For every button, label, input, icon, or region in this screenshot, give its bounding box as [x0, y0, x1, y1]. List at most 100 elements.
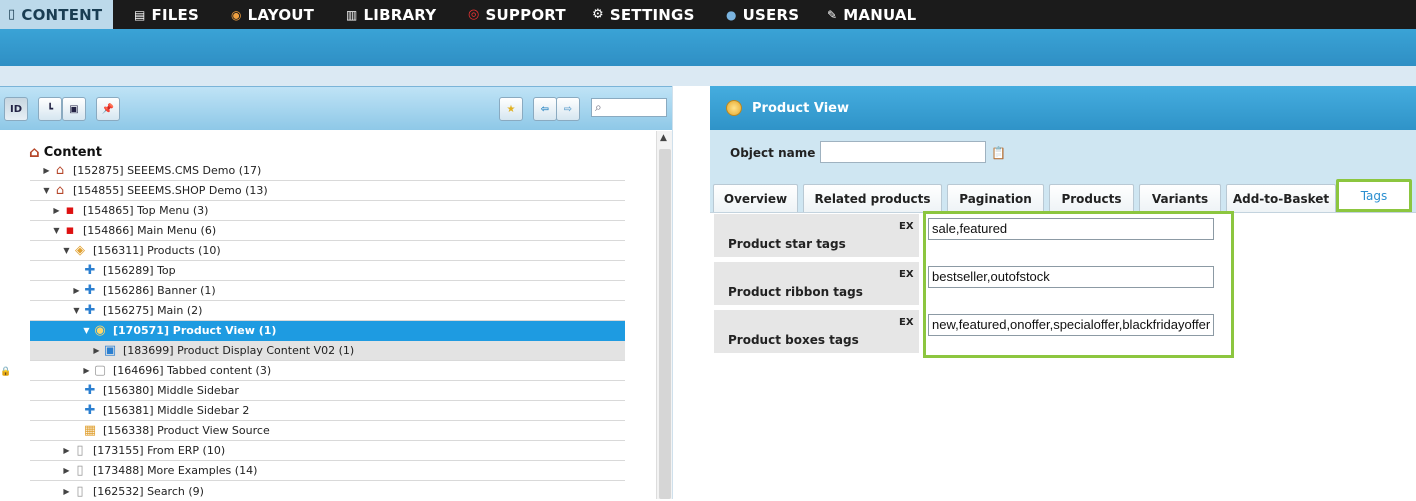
tab-tags[interactable]: Tags: [1336, 179, 1412, 212]
collapse-arrow-icon[interactable]: ▼: [42, 186, 51, 195]
gear-icon: ⚙: [592, 7, 604, 22]
page-icon: ▢: [93, 363, 107, 378]
scrollbar-thumb[interactable]: [659, 149, 671, 499]
tree-row[interactable]: ▶ ▯ [173488] More Examples (14): [30, 461, 625, 481]
header-band-lower: [0, 66, 1416, 86]
tree-row[interactable]: ▼ ◈ [156311] Products (10): [30, 241, 625, 261]
tree-row[interactable]: ▶ ▣ [183699] Product Display Content V02…: [30, 341, 625, 361]
product-boxes-tags-input[interactable]: new,featured,onoffer,specialoffer,blackf…: [928, 314, 1214, 336]
ex-badge[interactable]: EX: [899, 221, 914, 232]
nav-label: MANUAL: [843, 5, 917, 24]
tab-variants[interactable]: Variants: [1139, 184, 1221, 212]
menu-icon: ▪: [65, 203, 75, 218]
collapse-arrow-icon[interactable]: ▼: [52, 226, 61, 235]
nav-label: FILES: [151, 5, 199, 24]
tab-add-to-basket[interactable]: Add-to-Basket: [1226, 184, 1336, 212]
favorite-add-icon[interactable]: ★: [499, 97, 523, 121]
field-row: EX Product star tags: [714, 214, 919, 257]
tree-row[interactable]: ▦ [156338] Product View Source: [30, 421, 625, 441]
split-view-icon[interactable]: ▣: [62, 97, 86, 121]
nav-manual[interactable]: ✎ MANUAL: [827, 0, 916, 29]
clipboard-icon[interactable]: 📋: [991, 146, 1006, 160]
expand-arrow-icon[interactable]: ▶: [92, 346, 101, 355]
field-row: EX Product boxes tags: [714, 310, 919, 353]
expand-arrow-icon[interactable]: ▶: [82, 366, 91, 375]
tree-row[interactable]: ✚ [156381] Middle Sidebar 2: [30, 401, 625, 421]
nav-label: SETTINGS: [609, 5, 695, 24]
back-arrow-icon[interactable]: ⇦: [533, 97, 557, 121]
tree-row[interactable]: ✚ [156380] Middle Sidebar: [30, 381, 625, 401]
nav-settings[interactable]: ⚙ SETTINGS: [592, 0, 695, 29]
tree-row[interactable]: ▶ ▯ [173155] From ERP (10): [30, 441, 625, 461]
tree-row[interactable]: ▶ ▪ [154865] Top Menu (3): [30, 201, 625, 221]
tree-row-label: [156286] Banner (1): [103, 284, 216, 297]
expand-arrow-icon[interactable]: ▶: [62, 446, 71, 455]
nav-files[interactable]: ▤ FILES: [134, 0, 199, 29]
id-toggle-button[interactable]: ID: [4, 97, 28, 121]
tree-row-label: [164696] Tabbed content (3): [113, 364, 272, 377]
tree-view-icon[interactable]: ┗: [38, 97, 62, 121]
tree-row-label: [156289] Top: [103, 264, 176, 277]
nav-label: CONTENT: [21, 5, 103, 24]
collapse-arrow-icon[interactable]: ▼: [82, 326, 91, 335]
tree-row-label: [173155] From ERP (10): [93, 444, 226, 457]
page-icon: ▯: [76, 443, 84, 458]
expand-arrow-icon[interactable]: ▶: [72, 286, 81, 295]
expand-arrow-icon[interactable]: ▶: [62, 487, 71, 496]
tab-products[interactable]: Products: [1049, 184, 1134, 212]
product-star-tags-input[interactable]: sale,featured: [928, 218, 1214, 240]
forward-arrow-icon[interactable]: ⇨: [556, 97, 580, 121]
tree-row[interactable]: ▼ ▪ [154866] Main Menu (6): [30, 221, 625, 241]
field-label: Product boxes tags: [728, 333, 859, 347]
tree-row-label: [154855] SEEEMS.SHOP Demo (13): [73, 184, 268, 197]
product-view-icon: ◉: [94, 323, 106, 338]
splitter[interactable]: [672, 86, 710, 499]
box-icon: ▦: [83, 423, 97, 438]
puzzle-icon: ✚: [84, 383, 96, 398]
tree-row[interactable]: ▶ ✚ [156286] Banner (1): [30, 281, 625, 301]
ex-badge[interactable]: EX: [899, 317, 914, 328]
tree-scrollbar[interactable]: ▲: [656, 131, 672, 499]
product-ribbon-tags-input[interactable]: bestseller,outofstock: [928, 266, 1214, 288]
nav-layout[interactable]: ◉ LAYOUT: [231, 0, 314, 29]
user-icon: ●: [726, 7, 737, 22]
ex-badge[interactable]: EX: [899, 269, 914, 280]
file-icon: ▤: [134, 7, 146, 22]
tree-row[interactable]: ✚ [156289] Top: [30, 261, 625, 281]
tree-search-input[interactable]: [591, 98, 667, 117]
pin-icon[interactable]: 📌: [96, 97, 120, 121]
collapse-arrow-icon[interactable]: ▼: [72, 306, 81, 315]
nav-library[interactable]: ▥ LIBRARY: [346, 0, 436, 29]
home-icon: ⌂: [55, 163, 65, 178]
puzzle-icon: ✚: [84, 283, 96, 298]
tab-overview[interactable]: Overview: [713, 184, 798, 212]
nav-label: LIBRARY: [363, 5, 437, 24]
tree-row[interactable]: ▼ ✚ [156275] Main (2): [30, 301, 625, 321]
panel-header: Product View: [710, 86, 1416, 130]
tree-row[interactable]: ▶ ▯ [162532] Search (9): [30, 481, 625, 501]
tree-row-selected[interactable]: ▼ ◉ [170571] Product View (1): [30, 321, 625, 341]
expand-arrow-icon[interactable]: ▶: [52, 206, 61, 215]
tab-related-products[interactable]: Related products: [803, 184, 942, 212]
nav-content[interactable]: ▯ CONTENT: [0, 0, 113, 29]
lock-icon: 🔒: [0, 367, 12, 377]
expand-arrow-icon[interactable]: ▶: [42, 166, 51, 175]
collapse-arrow-icon[interactable]: ▼: [62, 246, 71, 255]
tree-row-label: [154866] Main Menu (6): [83, 224, 217, 237]
object-name-input[interactable]: [820, 141, 986, 163]
nav-label: SUPPORT: [485, 5, 566, 24]
tree-row-label: [162532] Search (9): [93, 484, 204, 498]
tab-pagination[interactable]: Pagination: [947, 184, 1044, 212]
nav-label: USERS: [742, 5, 800, 24]
nav-support[interactable]: ◎ SUPPORT: [468, 0, 566, 29]
tree-row-label: [156275] Main (2): [103, 304, 203, 317]
nav-users[interactable]: ● USERS: [726, 0, 799, 29]
expand-arrow-icon[interactable]: ▶: [62, 466, 71, 475]
notepad-icon: ✎: [827, 7, 838, 22]
scroll-up-icon[interactable]: ▲: [660, 133, 667, 143]
tree-row-label: [156381] Middle Sidebar 2: [103, 404, 250, 417]
tree-root[interactable]: ⌂ Content: [29, 143, 102, 161]
tree-row[interactable]: ▶ ▢ [164696] Tabbed content (3): [30, 361, 625, 381]
tree-row[interactable]: ▶ ⌂ [152875] SEEEMS.CMS Demo (17): [30, 161, 625, 181]
tree-row[interactable]: ▼ ⌂ [154855] SEEEMS.SHOP Demo (13): [30, 181, 625, 201]
